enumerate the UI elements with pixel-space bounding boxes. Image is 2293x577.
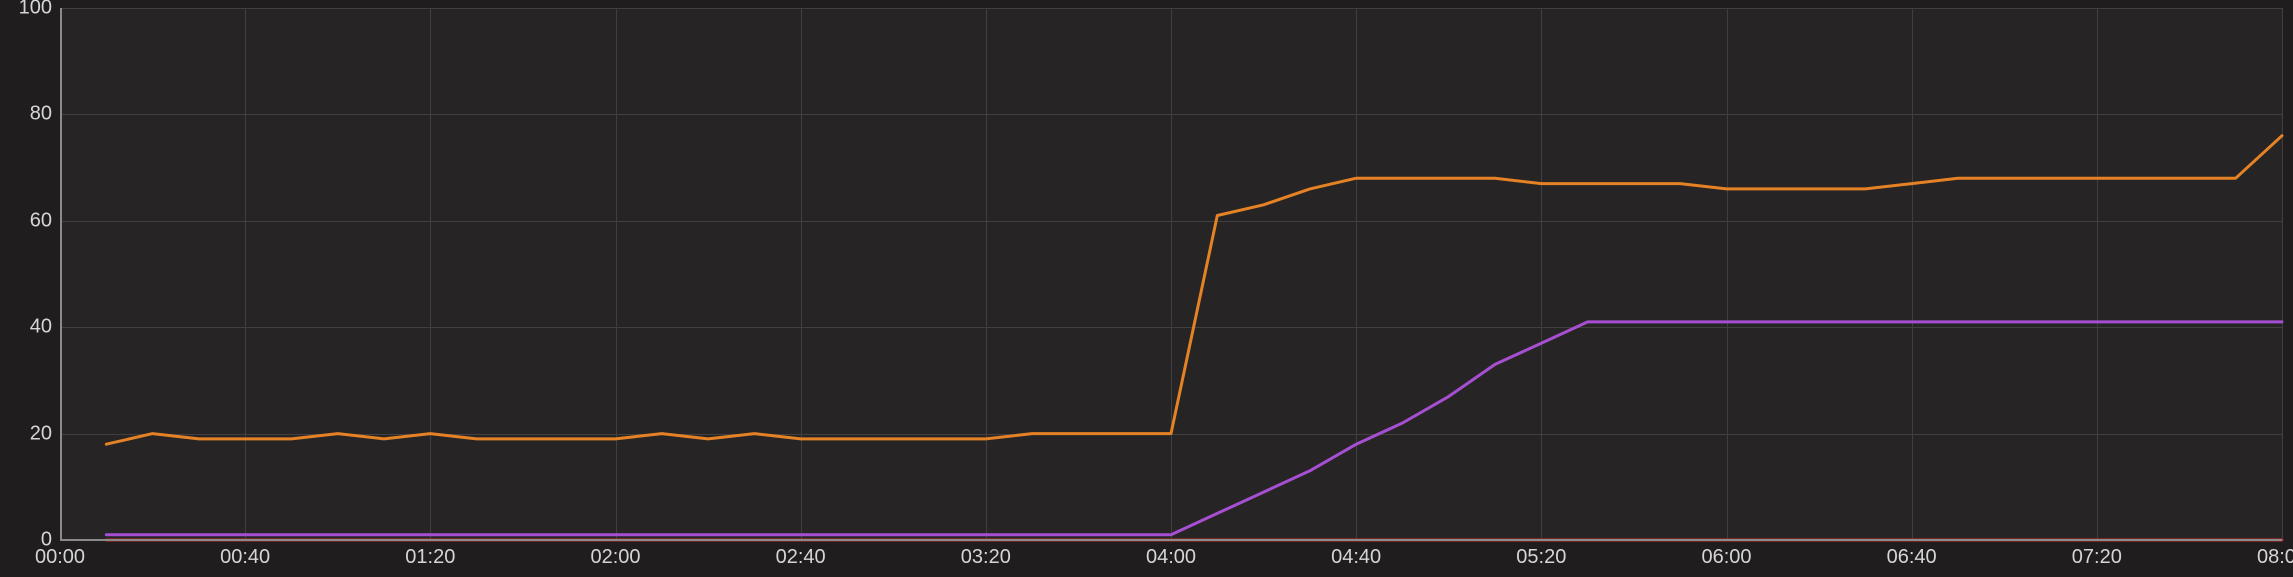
y-axis-line [60, 8, 62, 540]
x-tick-label: 04:00 [1146, 546, 1196, 569]
series-line-orange [106, 136, 2282, 445]
chart-lines-svg [0, 0, 2293, 577]
y-tick-label: 60 [2, 209, 52, 232]
x-tick-label: 08:00 [2257, 546, 2293, 569]
x-tick-label: 07:20 [2072, 546, 2122, 569]
x-tick-label: 01:20 [405, 546, 455, 569]
y-tick-label: 20 [2, 422, 52, 445]
x-tick-label: 04:40 [1331, 546, 1381, 569]
y-tick-label: 80 [2, 103, 52, 126]
x-tick-label: 00:40 [220, 546, 270, 569]
x-tick-label: 05:20 [1516, 546, 1566, 569]
y-tick-label: 40 [2, 316, 52, 339]
chart-container: 02040608010000:0000:4001:2002:0002:4003:… [0, 0, 2293, 577]
x-axis-line [60, 539, 2282, 541]
x-tick-label: 06:40 [1887, 546, 1937, 569]
x-tick-label: 06:00 [1701, 546, 1751, 569]
series-line-purple [106, 322, 2282, 535]
x-tick-label: 02:00 [590, 546, 640, 569]
x-tick-label: 02:40 [776, 546, 826, 569]
x-tick-label: 03:20 [961, 546, 1011, 569]
y-tick-label: 100 [2, 0, 52, 20]
x-tick-label: 00:00 [35, 546, 85, 569]
